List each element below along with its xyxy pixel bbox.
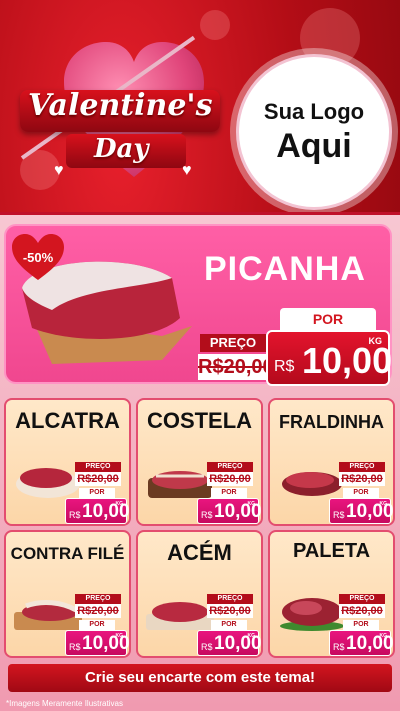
price-tag: R$ 10,00 KG (197, 498, 262, 524)
hero-product-name: PICANHA (204, 250, 366, 288)
preco-label: PREÇO (75, 594, 121, 604)
unit: KG (115, 501, 124, 507)
logo-text-line1: Sua Logo (263, 98, 365, 124)
valentines-title: Valentine's (28, 88, 213, 123)
product-card: ACÉM PREÇO R$20,00 POR R$ 10,00 KG (136, 530, 263, 658)
preco-label: PREÇO (75, 462, 121, 472)
por-label: POR (79, 488, 115, 498)
price-tag: R$ 10,00 KG (197, 630, 262, 656)
meat-image (146, 602, 214, 630)
unit: KG (115, 633, 124, 639)
product-name: ALCATRA (15, 408, 120, 433)
bokeh-light (200, 10, 230, 40)
hero-old-price: R$20,00 (198, 354, 274, 380)
meat-image (282, 472, 342, 496)
price-tag: R$ 10,00 KG (329, 630, 394, 656)
small-heart-icon: ♥ (54, 162, 64, 179)
product-name: PALETA (292, 540, 371, 562)
old-price: R$20,00 (75, 604, 121, 618)
por-label: POR (343, 488, 379, 498)
unit: KG (247, 633, 256, 639)
hero-preco-label: PREÇO (200, 334, 266, 352)
hero-currency: R$ (274, 358, 295, 375)
por-label: POR (211, 488, 247, 498)
meat-image (14, 600, 82, 630)
old-price: R$20,00 (75, 472, 121, 486)
product-card: FRALDINHA PREÇO R$20,00 POR R$ 10,00 KG (268, 398, 395, 526)
old-price: R$20,00 (339, 472, 385, 486)
hero-por-label: POR (280, 308, 376, 330)
unit: KG (379, 501, 388, 507)
product-name: CONTRA FILÉ (10, 544, 125, 563)
currency: R$ (69, 510, 81, 520)
meat-image (16, 468, 80, 498)
currency: R$ (333, 510, 345, 520)
preco-label: PREÇO (339, 462, 385, 472)
por-label: POR (211, 620, 247, 630)
hero-price-value: 10,00 (302, 340, 393, 381)
old-price: R$20,00 (207, 604, 253, 618)
hero-unit: KG (368, 336, 383, 346)
hero-price-tag: R$ 10,00 KG (266, 330, 393, 386)
product-name: ACÉM (167, 540, 232, 565)
price-tag: R$ 10,00 KG (65, 630, 130, 656)
meat-image (280, 598, 344, 631)
price-tag: R$ 10,00 KG (329, 498, 394, 524)
por-label: POR (343, 620, 379, 630)
currency: R$ (333, 642, 345, 652)
cta-banner[interactable]: Crie seu encarte com este tema! (8, 664, 392, 692)
price-tag: R$ 10,00 KG (65, 498, 130, 524)
preco-label: PREÇO (339, 594, 385, 604)
day-title: Day (94, 134, 149, 164)
por-label: POR (79, 620, 115, 630)
currency: R$ (69, 642, 81, 652)
unit: KG (379, 633, 388, 639)
old-price: R$20,00 (207, 472, 253, 486)
unit: KG (247, 501, 256, 507)
product-name: FRALDINHA (279, 412, 384, 432)
logo-text-line2: Aqui (276, 126, 352, 165)
meat-image (148, 471, 212, 498)
product-name: COSTELA (146, 408, 253, 433)
logo-placeholder: Sua Logo Aqui (236, 54, 392, 210)
old-price: R$20,00 (339, 604, 385, 618)
product-card: COSTELA PREÇO R$20,00 POR R$ 10,00 KG (136, 398, 263, 526)
product-card: PALETA PREÇO R$20,00 POR R$ 10,00 KG (268, 530, 395, 658)
currency: R$ (201, 510, 213, 520)
disclaimer-note: *Imagens Meramente Ilustrativas (6, 699, 123, 708)
preco-label: PREÇO (207, 462, 253, 472)
product-card: CONTRA FILÉ PREÇO R$20,00 POR R$ 10,00 K… (4, 530, 131, 658)
small-heart-icon: ♥ (182, 162, 192, 179)
preco-label: PREÇO (207, 594, 253, 604)
currency: R$ (201, 642, 213, 652)
product-card: ALCATRA PREÇO R$20,00 POR R$ 10,00 KG (4, 398, 131, 526)
valentines-day-badge: Valentine's Day ♥ ♥ (14, 35, 224, 198)
